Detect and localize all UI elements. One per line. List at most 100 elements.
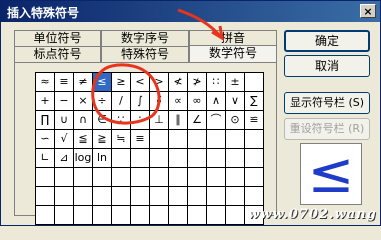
symbol-cell[interactable]: ln: [93, 149, 112, 168]
symbol-cell[interactable]: ∷: [207, 73, 226, 92]
symbol-cell[interactable]: [74, 206, 93, 225]
symbol-cell[interactable]: [74, 187, 93, 206]
symbol-cell[interactable]: [150, 130, 169, 149]
symbol-cell[interactable]: ⊥: [150, 111, 169, 130]
symbol-cell[interactable]: [112, 206, 131, 225]
symbol-cell[interactable]: [36, 206, 55, 225]
symbol-cell[interactable]: [207, 149, 226, 168]
symbol-cell[interactable]: [188, 206, 207, 225]
symbol-cell[interactable]: [93, 168, 112, 187]
symbol-cell[interactable]: ∧: [207, 92, 226, 111]
ok-button[interactable]: 确定: [284, 30, 370, 52]
symbol-cell[interactable]: [74, 168, 93, 187]
symbol-cell[interactable]: ≠: [74, 73, 93, 92]
symbol-cell[interactable]: ∫: [131, 92, 150, 111]
show-symbol-bar-button[interactable]: 显示符号栏 (S): [284, 92, 370, 114]
symbol-cell[interactable]: ∥: [169, 111, 188, 130]
symbol-cell[interactable]: ∮: [150, 92, 169, 111]
symbol-cell[interactable]: ≌: [245, 111, 264, 130]
symbol-cell[interactable]: ⌒: [207, 111, 226, 130]
tab-punctuation[interactable]: 标点符号: [14, 46, 101, 62]
symbol-cell[interactable]: [226, 168, 245, 187]
symbol-cell[interactable]: ×: [74, 92, 93, 111]
symbol-cell[interactable]: [93, 187, 112, 206]
symbol-cell[interactable]: ≤: [93, 73, 112, 92]
symbol-cell[interactable]: ∩: [74, 111, 93, 130]
symbol-cell[interactable]: ⊙: [226, 111, 245, 130]
symbol-cell[interactable]: [93, 206, 112, 225]
symbol-cell[interactable]: +: [36, 92, 55, 111]
symbol-cell[interactable]: [188, 130, 207, 149]
tab-pinyin[interactable]: 拼音: [189, 30, 277, 46]
symbol-cell[interactable]: ∵: [112, 111, 131, 130]
symbol-cell[interactable]: <: [131, 73, 150, 92]
symbol-cell[interactable]: [245, 130, 264, 149]
symbol-cell[interactable]: [207, 168, 226, 187]
symbol-cell[interactable]: [150, 206, 169, 225]
symbol-cell[interactable]: ∴: [131, 111, 150, 130]
symbol-cell[interactable]: ±: [226, 73, 245, 92]
close-icon[interactable]: ×: [360, 4, 376, 18]
symbol-cell[interactable]: ∑: [245, 92, 264, 111]
tab-unit-symbols[interactable]: 单位符号: [14, 30, 101, 46]
symbol-cell[interactable]: ≧: [93, 130, 112, 149]
symbol-cell[interactable]: [207, 187, 226, 206]
symbol-cell[interactable]: [150, 149, 169, 168]
symbol-cell[interactable]: [131, 168, 150, 187]
tab-special-symbols[interactable]: 特殊符号: [101, 46, 189, 62]
symbol-cell[interactable]: [245, 149, 264, 168]
symbol-cell[interactable]: ≡: [55, 73, 74, 92]
symbol-cell[interactable]: [55, 187, 74, 206]
tab-number-sequence[interactable]: 数字序号: [101, 30, 189, 46]
symbol-cell[interactable]: ∠: [188, 111, 207, 130]
symbol-cell[interactable]: −: [55, 92, 74, 111]
symbol-cell[interactable]: [112, 187, 131, 206]
symbol-cell[interactable]: ∏: [36, 111, 55, 130]
symbol-cell[interactable]: ∟: [36, 149, 55, 168]
symbol-cell[interactable]: [226, 206, 245, 225]
symbol-cell[interactable]: ≈: [36, 73, 55, 92]
cancel-button[interactable]: 取消: [284, 55, 370, 77]
symbol-cell[interactable]: [169, 206, 188, 225]
symbol-cell[interactable]: [169, 130, 188, 149]
symbol-cell[interactable]: ≥: [112, 73, 131, 92]
symbol-cell[interactable]: [55, 206, 74, 225]
symbol-cell[interactable]: [226, 130, 245, 149]
symbol-cell[interactable]: [226, 149, 245, 168]
symbol-cell[interactable]: [245, 168, 264, 187]
symbol-cell[interactable]: /: [112, 92, 131, 111]
symbol-cell[interactable]: [245, 187, 264, 206]
symbol-cell[interactable]: [131, 206, 150, 225]
symbol-cell[interactable]: [188, 168, 207, 187]
symbol-cell[interactable]: [131, 149, 150, 168]
symbol-cell[interactable]: ≡: [131, 130, 150, 149]
symbol-cell[interactable]: [36, 168, 55, 187]
symbol-cell[interactable]: ∈: [93, 111, 112, 130]
symbol-cell[interactable]: [207, 130, 226, 149]
symbol-cell[interactable]: ∽: [36, 130, 55, 149]
symbol-cell[interactable]: [245, 73, 264, 92]
symbol-cell[interactable]: ÷: [93, 92, 112, 111]
symbol-cell[interactable]: √: [55, 130, 74, 149]
symbol-cell[interactable]: [207, 206, 226, 225]
symbol-cell[interactable]: [112, 168, 131, 187]
symbol-cell[interactable]: log: [74, 149, 93, 168]
symbol-cell[interactable]: ≒: [112, 130, 131, 149]
symbol-cell[interactable]: [112, 149, 131, 168]
symbol-cell[interactable]: [188, 187, 207, 206]
symbol-cell[interactable]: [169, 149, 188, 168]
symbol-cell[interactable]: ∝: [169, 92, 188, 111]
symbol-cell[interactable]: [55, 168, 74, 187]
symbol-cell[interactable]: ⊿: [55, 149, 74, 168]
symbol-cell[interactable]: [188, 149, 207, 168]
tab-math-symbols[interactable]: 数学符号: [189, 45, 277, 63]
symbol-cell[interactable]: [169, 168, 188, 187]
symbol-cell[interactable]: ≮: [169, 73, 188, 92]
symbol-cell[interactable]: [150, 187, 169, 206]
symbol-cell[interactable]: [226, 187, 245, 206]
symbol-cell[interactable]: [36, 187, 55, 206]
symbol-cell[interactable]: [131, 187, 150, 206]
symbol-cell[interactable]: >: [150, 73, 169, 92]
symbol-cell[interactable]: ∞: [188, 92, 207, 111]
symbol-cell[interactable]: ∨: [226, 92, 245, 111]
